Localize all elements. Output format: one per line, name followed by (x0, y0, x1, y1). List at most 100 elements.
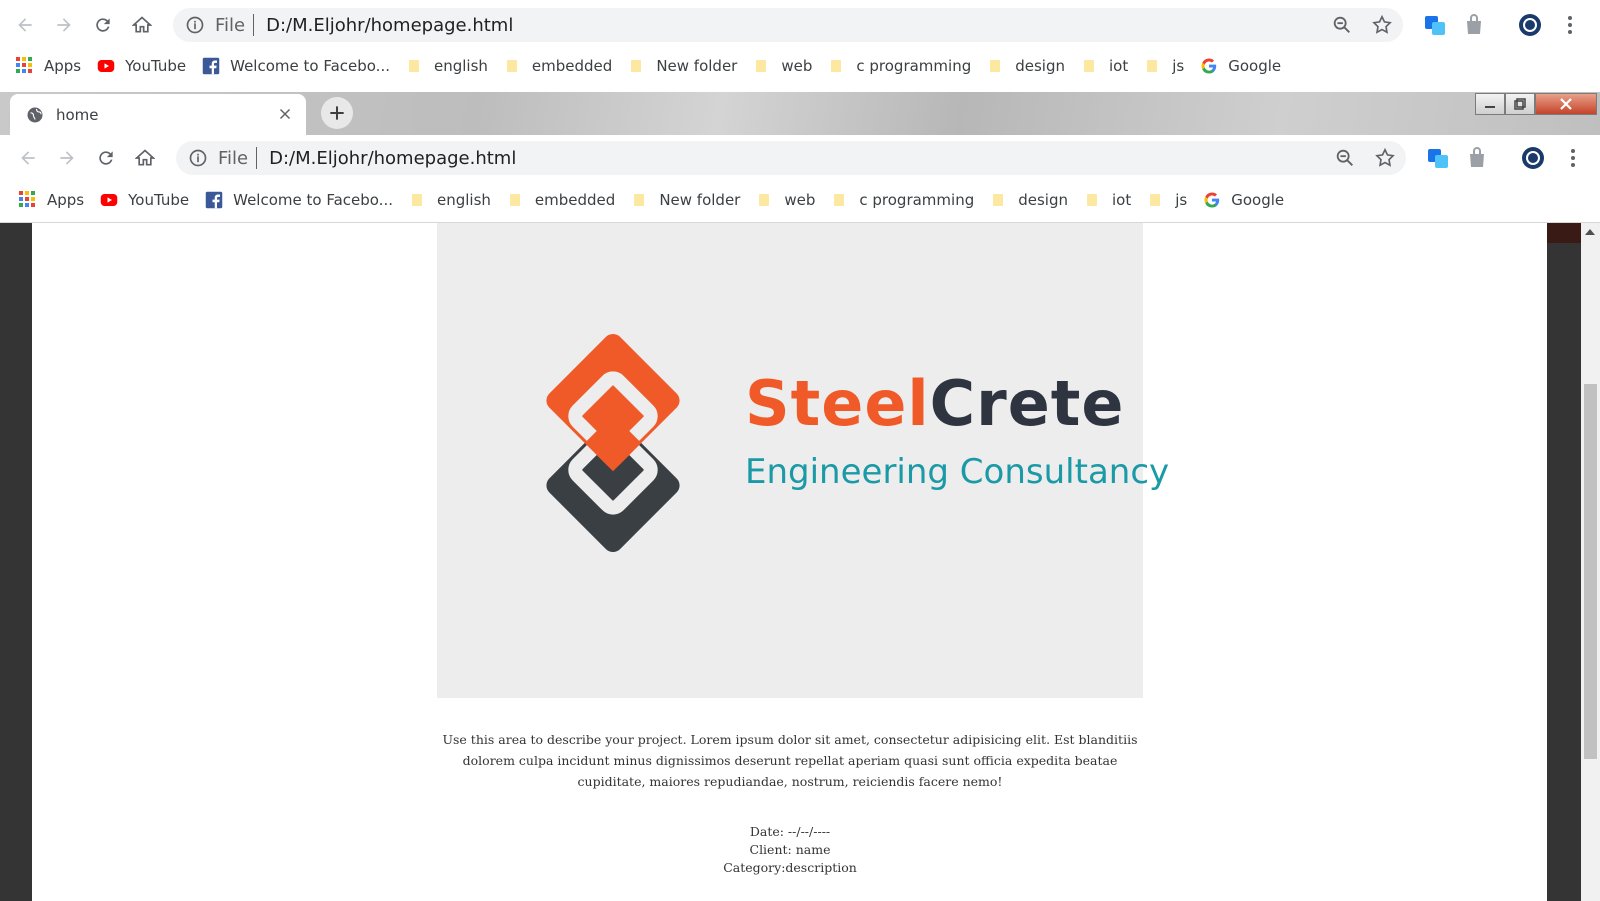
info-icon[interactable] (185, 15, 205, 35)
url-separator (256, 147, 258, 169)
reload-button[interactable] (92, 144, 120, 172)
menu-button[interactable] (1560, 145, 1586, 171)
info-icon[interactable] (188, 148, 208, 168)
google-icon (1203, 191, 1221, 209)
facebook-icon (205, 191, 223, 209)
inner-bookmarks-bar: Apps YouTube Welcome to Facebo... english em… (0, 180, 1600, 220)
bookmark-label: Google (1228, 57, 1282, 75)
bookmark-label: embedded (531, 57, 613, 75)
bookmark-google[interactable]: Google (1203, 186, 1284, 214)
zoom-icon[interactable] (1331, 14, 1353, 36)
address-bar[interactable]: File D:/M.Eljohr/homepage.html (173, 8, 1403, 42)
reload-button[interactable] (89, 11, 117, 39)
bookmark-web[interactable]: web (756, 186, 815, 214)
folder-icon (987, 57, 1005, 75)
bookmark-label: design (1015, 57, 1065, 75)
bookmark-label: js (1175, 191, 1188, 209)
extension-avg-button[interactable] (1461, 12, 1487, 38)
url-text[interactable]: D:/M.Eljohr/homepage.html (266, 15, 513, 36)
bookmark-iot[interactable]: iot (1081, 52, 1128, 80)
scrollbar-thumb[interactable] (1584, 384, 1597, 759)
kebab-menu-icon (1568, 16, 1572, 34)
bookmark-label: english (437, 191, 491, 209)
back-button[interactable] (11, 11, 39, 39)
bookmark-embedded[interactable]: embedded (504, 52, 612, 80)
profile-icon (1519, 14, 1541, 36)
bookmark-label: iot (1109, 57, 1129, 75)
forward-button[interactable] (50, 11, 78, 39)
extension-translate-button[interactable] (1422, 12, 1448, 38)
folder-icon (507, 191, 525, 209)
bookmark-youtube[interactable]: YouTube (100, 186, 189, 214)
bookmark-youtube[interactable]: YouTube (97, 52, 186, 80)
minimize-button[interactable] (1475, 93, 1505, 115)
extension-avg-button[interactable] (1464, 145, 1490, 171)
bookmark-iot[interactable]: iot (1084, 186, 1131, 214)
folder-icon (753, 57, 771, 75)
bookmark-apps[interactable]: Apps (19, 186, 84, 214)
menu-button[interactable] (1557, 12, 1583, 38)
vertical-scrollbar[interactable] (1581, 223, 1600, 901)
logo-word-steel: Steel (745, 367, 930, 440)
bookmark-welcome-to-facebo[interactable]: Welcome to Facebo... (202, 52, 390, 80)
folder-icon (628, 57, 646, 75)
folder-icon (828, 57, 846, 75)
omnibox-actions (1331, 14, 1393, 36)
folder-icon (1147, 191, 1165, 209)
bookmark-label: Welcome to Facebo... (233, 191, 393, 209)
address-bar[interactable]: File D:/M.Eljohr/homepage.html (176, 141, 1406, 175)
bookmark-new-folder[interactable]: New folder (628, 52, 737, 80)
facebook-icon (202, 57, 220, 75)
bookmark-js[interactable]: js (1147, 186, 1187, 214)
bookmark-english[interactable]: english (406, 52, 488, 80)
bookmark-new-folder[interactable]: New folder (631, 186, 740, 214)
bookmark-web[interactable]: web (753, 52, 812, 80)
omnibox-actions (1334, 147, 1396, 169)
bookmark-label: YouTube (128, 191, 190, 209)
bookmark-label: YouTube (125, 57, 187, 75)
bookmark-label: web (784, 191, 816, 209)
bookmark-label: english (434, 57, 488, 75)
star-icon[interactable] (1371, 14, 1393, 36)
new-tab-button[interactable] (321, 97, 353, 129)
bookmark-design[interactable]: design (987, 52, 1065, 80)
home-button[interactable] (128, 11, 156, 39)
bookmark-c-programming[interactable]: c programming (831, 186, 974, 214)
folder-icon (1144, 57, 1162, 75)
youtube-icon (97, 57, 115, 75)
project-description: Use this area to describe your project. … (442, 732, 1138, 789)
extension-translate-button[interactable] (1425, 145, 1451, 171)
bookmark-c-programming[interactable]: c programming (828, 52, 971, 80)
project-meta: Date: --/--/---- Client: name Category:d… (437, 823, 1143, 877)
steelcrete-logo-mark (546, 334, 680, 552)
bookmark-apps[interactable]: Apps (16, 52, 81, 80)
bookmark-embedded[interactable]: embedded (507, 186, 615, 214)
bookmark-welcome-to-facebo[interactable]: Welcome to Facebo... (205, 186, 393, 214)
home-button[interactable] (131, 144, 159, 172)
project-client: Client: name (749, 842, 831, 857)
bookmark-english[interactable]: english (409, 186, 491, 214)
url-text[interactable]: D:/M.Eljohr/homepage.html (269, 148, 516, 169)
logo-subtitle: Engineering Consultancy (745, 452, 1170, 492)
reload-icon (99, 151, 113, 165)
scroll-up-icon[interactable] (1585, 229, 1595, 235)
project-category: Category:description (723, 860, 857, 875)
bookmark-design[interactable]: design (990, 186, 1068, 214)
profile-avatar[interactable] (1520, 145, 1546, 171)
zoom-icon[interactable] (1334, 147, 1356, 169)
restore-button[interactable] (1505, 93, 1535, 115)
bookmark-google[interactable]: Google (1200, 52, 1281, 80)
bookmark-js[interactable]: js (1144, 52, 1184, 80)
project-date: Date: --/--/---- (749, 824, 831, 839)
star-icon[interactable] (1374, 147, 1396, 169)
outer-bookmarks-bar: Apps YouTube Welcome to Facebo... english em… (0, 46, 1600, 86)
home-icon (132, 16, 152, 33)
bookmark-label: embedded (534, 191, 616, 209)
folder-icon (631, 191, 649, 209)
back-button[interactable] (14, 144, 42, 172)
close-window-button[interactable] (1535, 93, 1597, 115)
profile-avatar[interactable] (1517, 12, 1543, 38)
tab-home[interactable]: home (10, 94, 306, 135)
close-icon[interactable] (276, 105, 294, 123)
forward-button[interactable] (53, 144, 81, 172)
